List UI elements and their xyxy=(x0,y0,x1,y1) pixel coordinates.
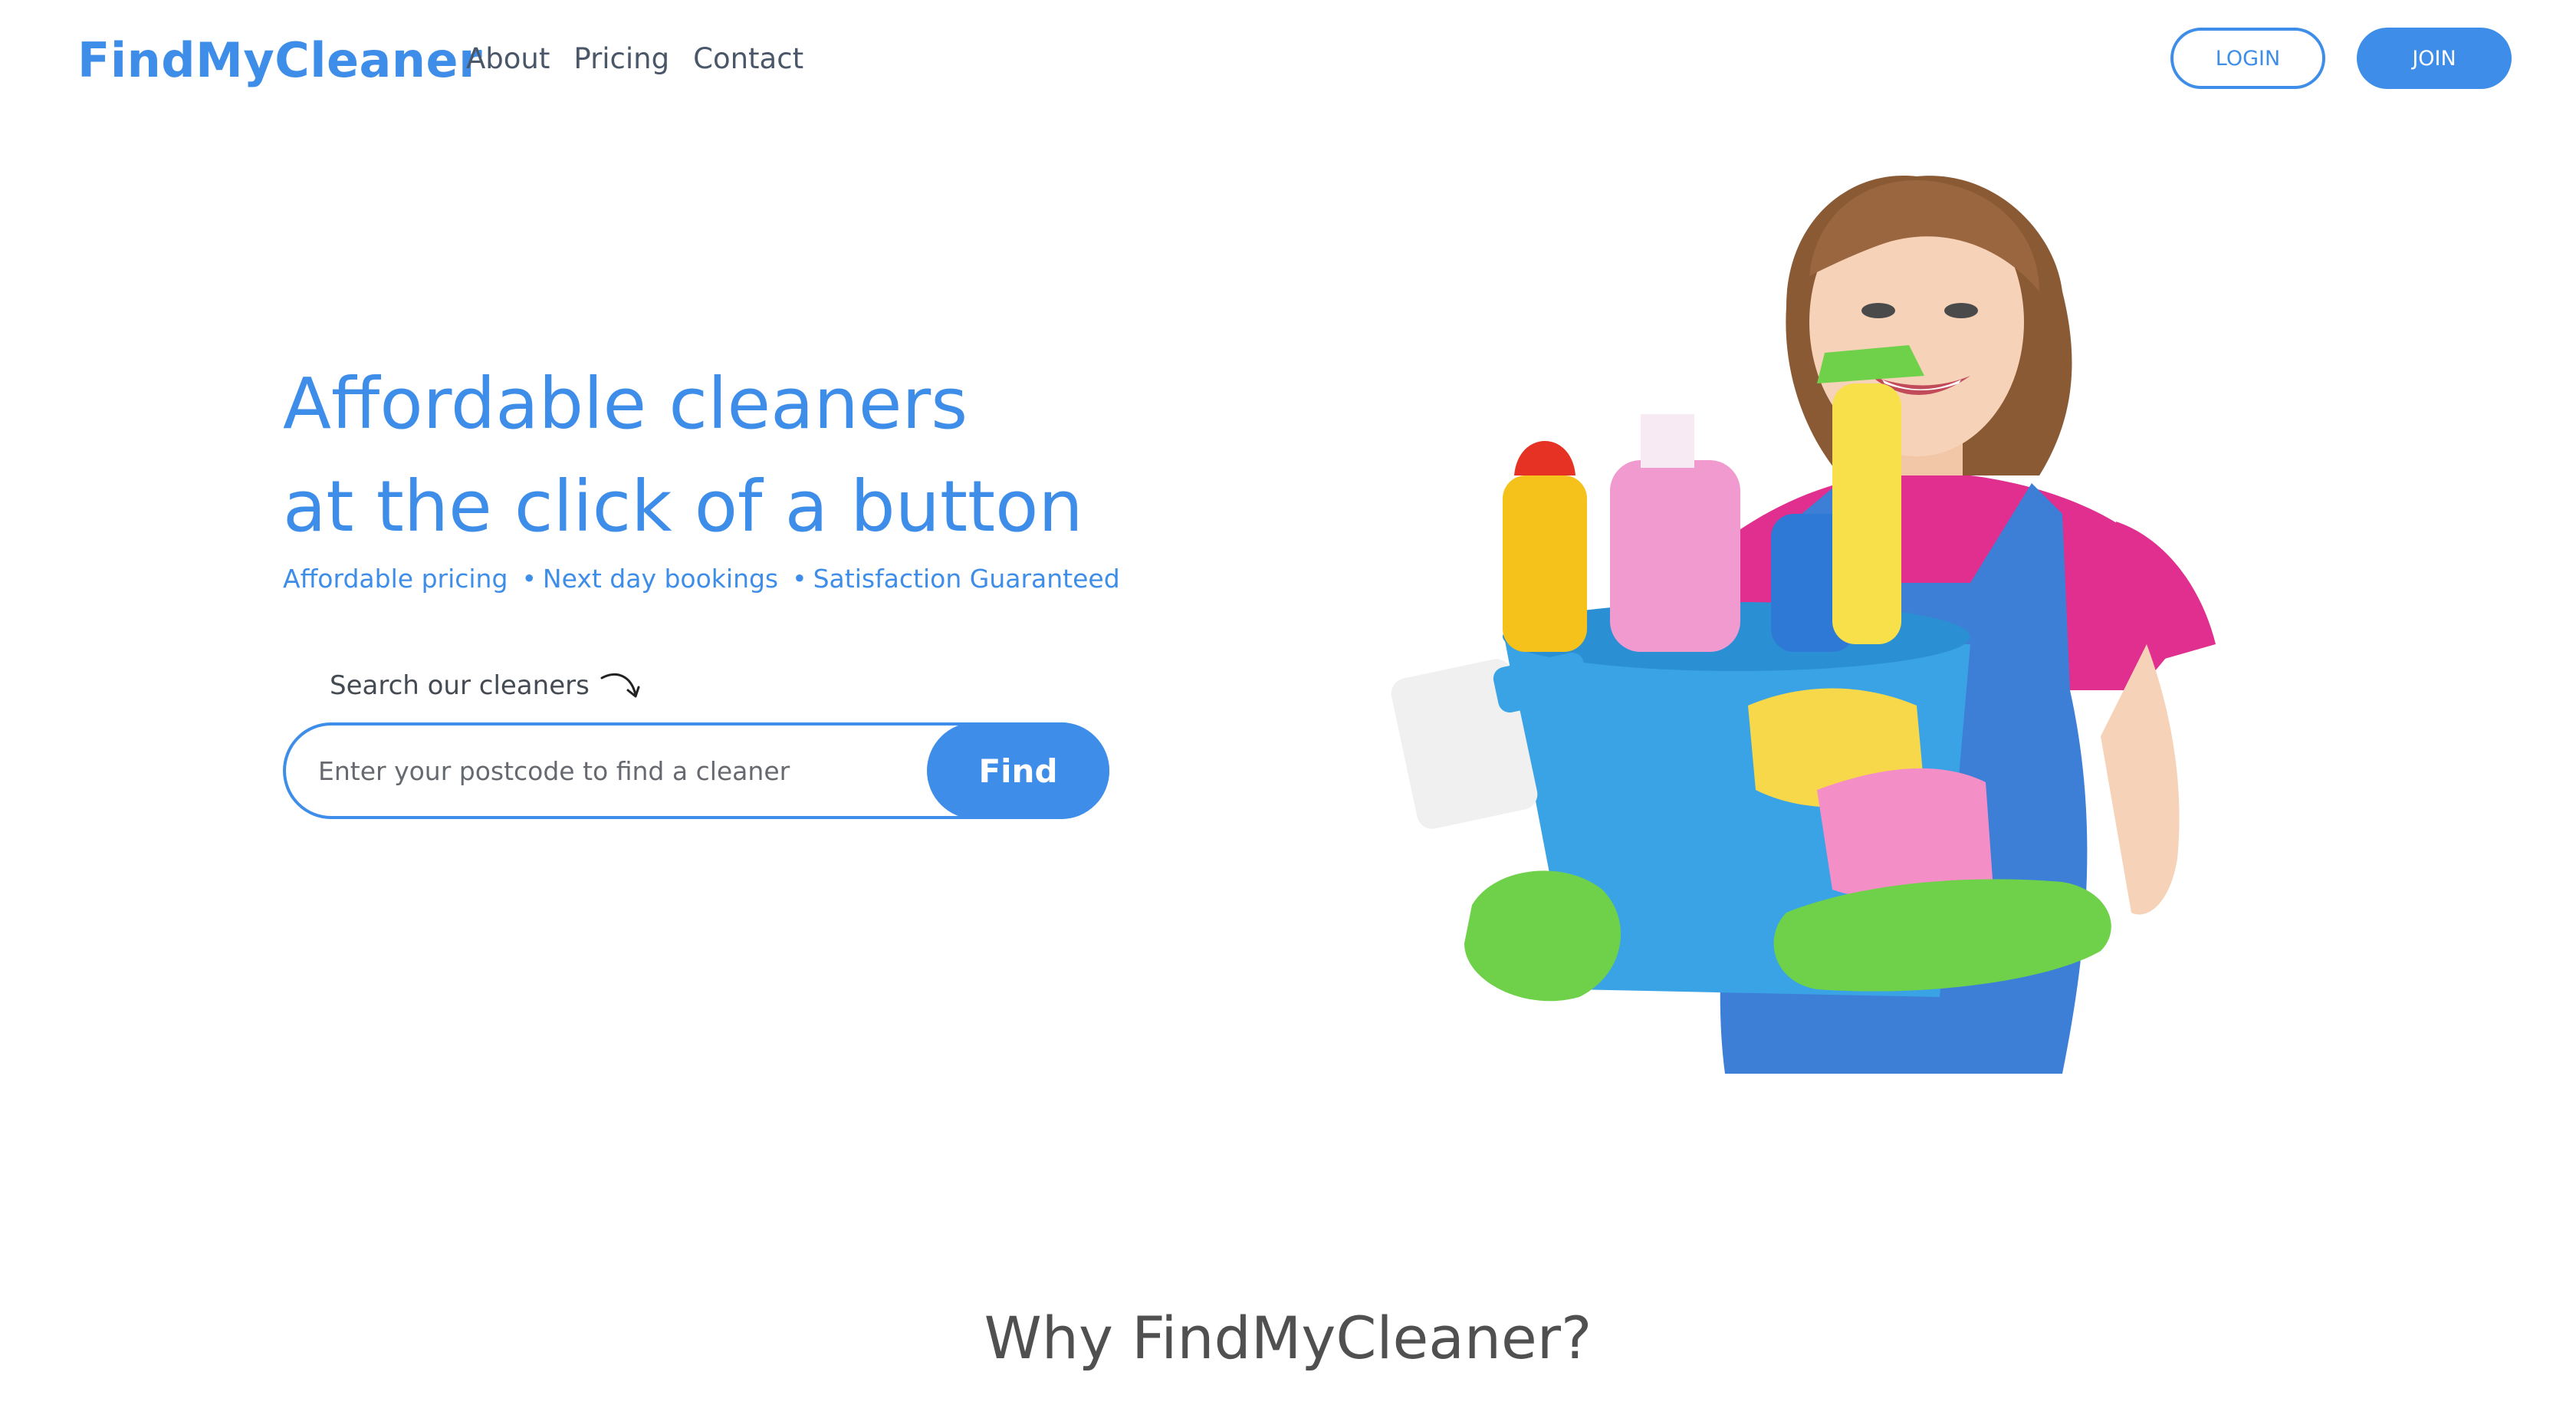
curved-arrow-icon xyxy=(600,669,643,702)
join-button[interactable]: JOIN xyxy=(2357,28,2512,89)
postcode-search-input[interactable] xyxy=(317,726,899,816)
hero-title-line-1: Affordable cleaners xyxy=(283,363,968,445)
hero-cleaner-image xyxy=(1388,153,2384,1074)
search-hint-label: Search our cleaners xyxy=(330,670,590,701)
feature-satisfaction-guaranteed: Satisfaction Guaranteed xyxy=(813,564,1120,594)
feature-next-day-bookings: Next day bookings xyxy=(542,564,779,594)
feature-bullet: • xyxy=(792,564,807,594)
login-button[interactable]: LOGIN xyxy=(2170,28,2325,89)
feature-list: Affordable pricing • Next day bookings •… xyxy=(283,564,1120,594)
hero-title: Affordable cleaners at the click of a bu… xyxy=(283,353,1203,558)
nav-links: About Pricing Contact xyxy=(466,42,803,75)
nav-link-about[interactable]: About xyxy=(466,42,550,75)
top-navbar: FindMyCleaner About Pricing Contact LOGI… xyxy=(0,0,2576,117)
search-hint: Search our cleaners xyxy=(330,669,643,702)
postcode-search-bar: Find xyxy=(283,722,1109,819)
nav-link-contact[interactable]: Contact xyxy=(693,42,803,75)
feature-bullet: • xyxy=(521,564,537,594)
hero-title-line-2: at the click of a button xyxy=(283,466,1083,548)
find-button[interactable]: Find xyxy=(927,722,1109,819)
why-section-title: Why FindMyCleaner? xyxy=(984,1304,1592,1372)
nav-link-pricing[interactable]: Pricing xyxy=(573,42,669,75)
brand-logo[interactable]: FindMyCleaner xyxy=(77,32,482,88)
feature-affordable-pricing: Affordable pricing xyxy=(283,564,508,594)
